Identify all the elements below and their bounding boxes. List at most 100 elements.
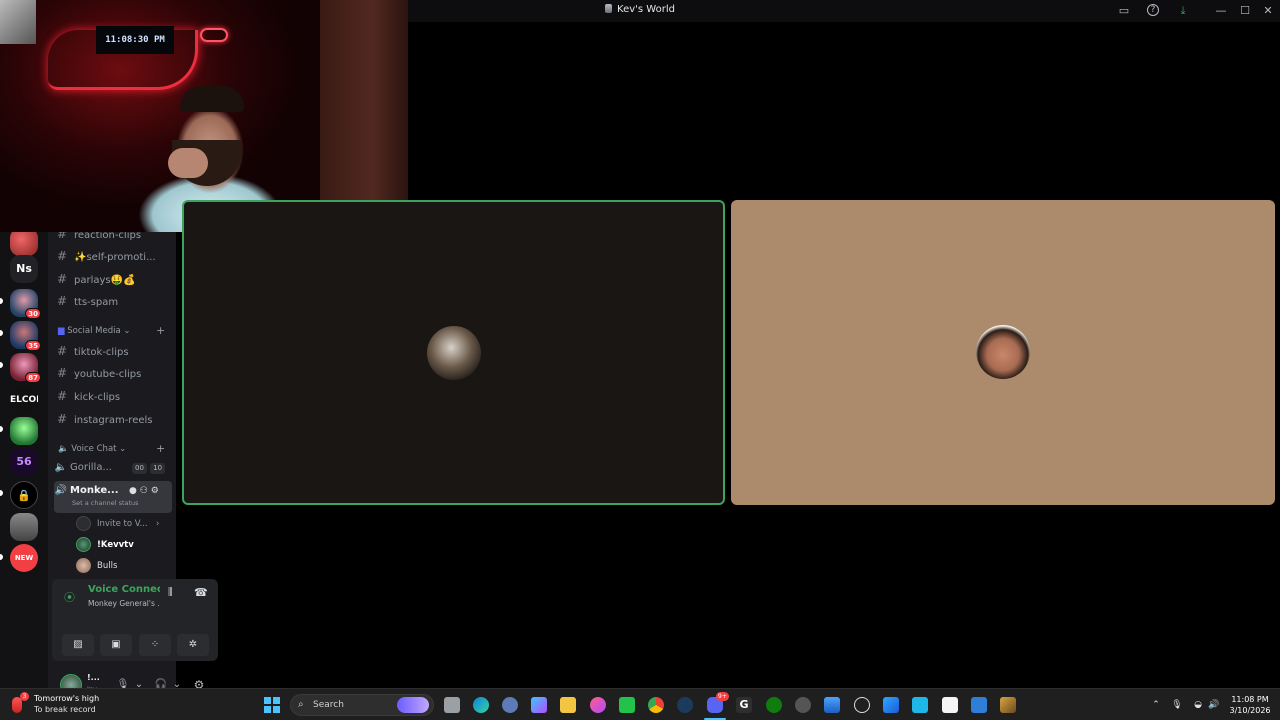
voice-channel-gorilla[interactable]: 🔈 Gorilla... 00 10 [54, 458, 172, 478]
server-icon[interactable]: 56 [10, 448, 38, 476]
username[interactable]: !... [87, 673, 100, 682]
chrome-icon[interactable] [648, 697, 664, 713]
invite-to-voice[interactable]: Invite to V... › [76, 515, 159, 533]
notepad-icon[interactable] [942, 697, 958, 713]
unread-indicator [0, 426, 3, 432]
server-icon[interactable]: 30 [10, 289, 41, 319]
music-icon[interactable] [590, 697, 606, 713]
search-highlight-icon [397, 697, 429, 713]
server-icon[interactable] [10, 513, 38, 541]
channel-status[interactable]: Set a channel status [72, 498, 139, 508]
server-icon[interactable]: Ns [10, 255, 38, 283]
noise-suppression-icon[interactable]: ⫼ [168, 587, 173, 598]
app-icon[interactable] [1000, 697, 1016, 713]
microphone-icon[interactable]: 🎙 [1171, 699, 1183, 711]
neon-cloud [200, 28, 228, 42]
steam-icon[interactable] [677, 697, 693, 713]
photos-icon[interactable] [824, 697, 840, 713]
channel-instagram-reels[interactable]: # instagram-reels [54, 409, 172, 429]
camera-off-button[interactable]: ▨ [62, 634, 94, 656]
app-icon[interactable] [795, 697, 811, 713]
spreadsheet-icon[interactable] [619, 697, 635, 713]
app-icon[interactable] [854, 697, 870, 713]
add-member-icon[interactable]: ⚇ [140, 486, 148, 496]
voice-connected-panel: ⦿ Voice Connected Monkey General's ... ⫼… [52, 579, 218, 661]
maximize-button[interactable]: ☐ [1238, 4, 1252, 18]
category-voice-chat[interactable]: 🔈 Voice Chat ⌄ + [58, 442, 165, 455]
activities-button[interactable]: ⁘ [139, 634, 171, 656]
channel-youtube-clips[interactable]: # youtube-clips [54, 363, 172, 383]
file-explorer-icon[interactable] [560, 697, 576, 713]
webcam-overlay: 11:08:30 PM [0, 0, 408, 232]
help-icon[interactable]: ? [1147, 4, 1159, 16]
user-limit: 10 [150, 463, 166, 474]
inbox-icon[interactable]: ▭ [1117, 4, 1131, 18]
disconnect-icon[interactable]: ☎ [194, 586, 208, 599]
server-icon[interactable]: 87 [10, 353, 41, 383]
server-icon[interactable] [10, 417, 38, 445]
chevron-right-icon: › [156, 519, 160, 529]
search-icon: ⌕ [298, 699, 304, 710]
hash-icon: # [56, 272, 68, 286]
hash-icon: # [56, 294, 68, 308]
voice-tile[interactable] [731, 200, 1275, 505]
taskbar-search[interactable]: ⌕ Search [290, 694, 434, 716]
server-icon[interactable]: ELCOM [10, 386, 38, 414]
new-server-icon[interactable]: NEW [10, 544, 38, 572]
edge-icon[interactable] [473, 697, 489, 713]
voice-status[interactable]: Voice Connected [88, 584, 160, 595]
hash-icon: # [56, 412, 68, 426]
avatar [76, 558, 91, 573]
channel-kick-clips[interactable]: # kick-clips [54, 386, 172, 406]
app-icon[interactable] [883, 697, 899, 713]
task-view-icon[interactable] [444, 697, 460, 713]
mention-badge: 35 [25, 340, 41, 351]
wall-clock: 11:08:30 PM [96, 26, 174, 54]
category-icon: ▆ [58, 326, 65, 336]
g-app-icon[interactable]: G [736, 697, 752, 713]
category-social-media[interactable]: ▆ Social Media ⌄ + [58, 324, 165, 337]
unread-indicator [0, 490, 3, 496]
channel-self-promotion[interactable]: # ✨self-promoti... [54, 246, 172, 266]
speaker-icon: 🔊 [54, 485, 68, 496]
server-icon[interactable] [10, 228, 38, 256]
taskbar: 3 Tomorrow's high To break record ⌕ Sear… [0, 688, 1280, 720]
app-icon[interactable] [912, 697, 928, 713]
channel-tts-spam[interactable]: # tts-spam [54, 291, 172, 311]
xbox-icon[interactable] [766, 697, 782, 713]
chevron-up-icon[interactable]: ⌃ [1150, 699, 1162, 711]
start-icon[interactable] [264, 697, 280, 713]
screen-share-button[interactable]: ▣ [100, 634, 132, 656]
channel-parlays[interactable]: # parlays🤑💰 [54, 269, 172, 289]
add-channel-icon[interactable]: + [156, 324, 165, 337]
streamer-hair [180, 86, 244, 112]
add-channel-icon[interactable]: + [156, 442, 165, 455]
hash-icon: # [56, 366, 68, 380]
voice-channel-name[interactable]: Monkey General's ... [88, 599, 160, 608]
voice-member[interactable]: Bulls [76, 557, 117, 575]
server-icon[interactable]: 35 [10, 321, 41, 351]
unread-indicator [0, 330, 3, 336]
server-icon[interactable]: 🔒 [10, 481, 38, 509]
hash-icon: # [56, 344, 68, 358]
volume-icon[interactable]: 🔊 [1208, 699, 1220, 711]
channel-tiktok-clips[interactable]: # tiktok-clips [54, 341, 172, 361]
close-button[interactable]: ✕ [1261, 4, 1275, 18]
chat-icon[interactable]: ● [129, 486, 137, 496]
download-icon[interactable]: ⤓ [1176, 4, 1190, 18]
voice-channel-monkey-general[interactable]: 🔊 Monke... ● ⚇ ⚙ Set a channel status [54, 481, 172, 513]
background-wall [320, 0, 408, 232]
copilot-icon[interactable] [531, 697, 547, 713]
speaker-icon: 🔈 [54, 462, 68, 473]
soundboard-button[interactable]: ✲ [177, 634, 209, 656]
app-icon[interactable] [971, 697, 987, 713]
small-thumbnail [0, 0, 36, 44]
settings-app-icon[interactable] [502, 697, 518, 713]
weather-widget[interactable]: Tomorrow's high To break record [34, 693, 99, 715]
taskbar-clock[interactable]: 11:08 PM 3/10/2026 [1228, 694, 1272, 716]
minimize-button[interactable]: — [1214, 4, 1228, 18]
wifi-icon[interactable]: ◒ [1192, 699, 1204, 711]
voice-tile-speaking[interactable] [182, 200, 725, 505]
voice-member[interactable]: !Kevvtv [76, 536, 134, 554]
settings-icon[interactable]: ⚙ [151, 486, 159, 496]
